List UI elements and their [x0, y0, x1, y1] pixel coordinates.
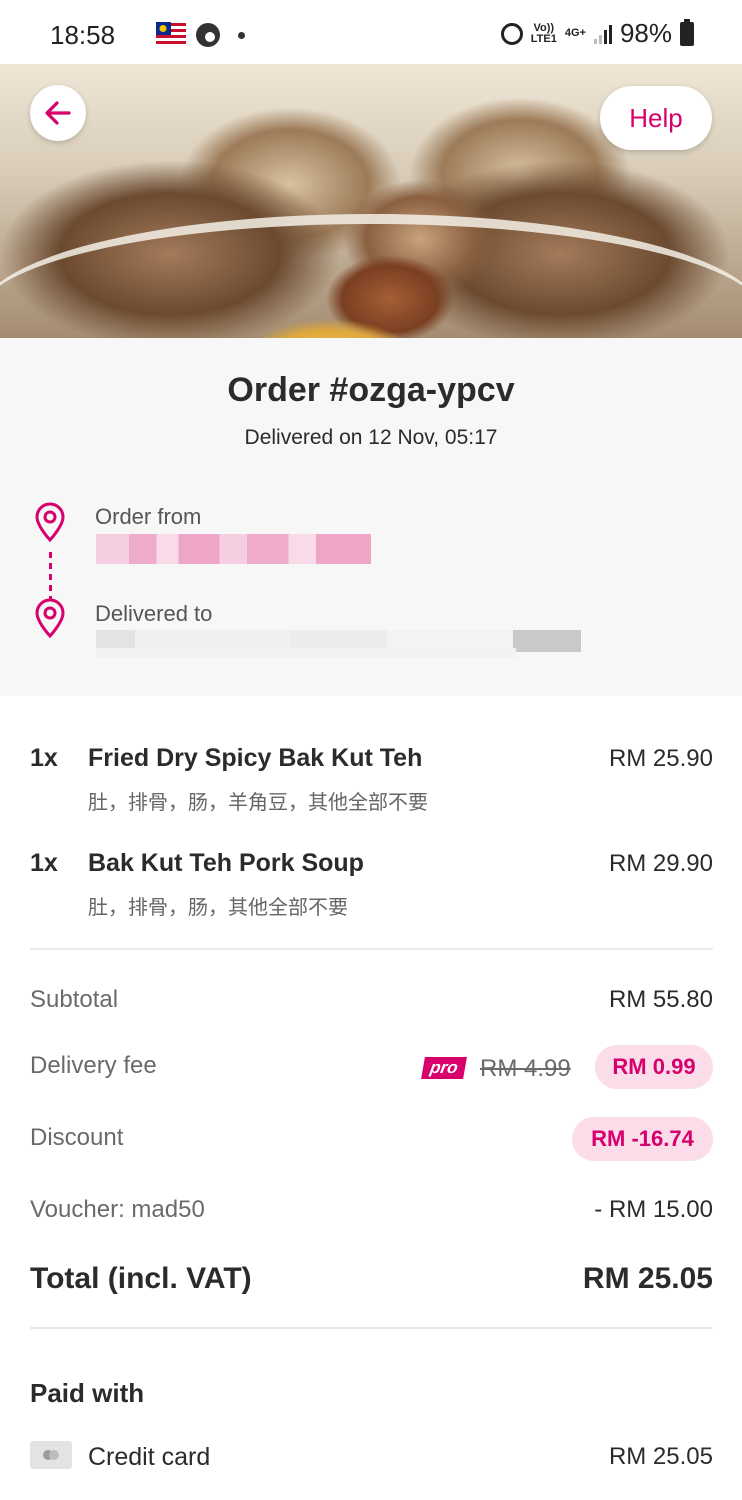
payment-amount: RM 25.05 — [608, 1443, 713, 1470]
delivery-fee-label: Delivery fee — [30, 1052, 157, 1079]
delivery-fee-original: RM 4.99 — [480, 1055, 571, 1082]
signal-icon — [593, 24, 612, 44]
network-type: 4G+ — [564, 27, 586, 39]
voucher-value: - RM 15.00 — [594, 1196, 713, 1223]
delivery-fee-value: RM 0.99 — [595, 1045, 713, 1089]
order-header: Order #ozga-ypcv Delivered on 12 Nov, 05… — [0, 338, 742, 696]
route-connector — [49, 552, 52, 600]
divider — [30, 1327, 713, 1329]
volte-indicator: Vo)) LTE1 — [530, 21, 557, 45]
total-value: RM 25.05 — [582, 1262, 713, 1295]
item-name: Bak Kut Teh Pork Soup — [88, 849, 364, 877]
location-pin-icon — [35, 598, 65, 638]
status-bar: 18:58 Vo)) LTE1 4G+ 98% — [0, 0, 742, 64]
chrome-icon — [196, 23, 220, 47]
back-button[interactable] — [30, 85, 86, 141]
paid-with-title: Paid with — [30, 1378, 145, 1408]
voucher-label: Voucher: mad50 — [30, 1196, 205, 1223]
item-note: 肚，排骨，肠，其他全部不要 — [88, 895, 348, 919]
more-notifications-icon — [238, 31, 245, 39]
order-from-label: Order from — [95, 504, 202, 529]
item-name: Fried Dry Spicy Bak Kut Teh — [88, 744, 423, 772]
help-button[interactable]: Help — [600, 86, 712, 150]
subtotal-value: RM 55.80 — [608, 986, 713, 1013]
delivered-to-label: Delivered to — [95, 601, 213, 626]
divider — [30, 948, 713, 950]
order-title: Order #ozga-ypcv — [227, 371, 515, 409]
arrow-left-icon — [45, 101, 71, 125]
subtotal-label: Subtotal — [30, 986, 119, 1013]
battery-level: 98% — [619, 18, 672, 48]
delivery-datetime: Delivered on 12 Nov, 05:17 — [244, 426, 498, 449]
total-label: Total (incl. VAT) — [30, 1262, 252, 1295]
item-note: 肚，排骨，肠，羊角豆，其他全部不要 — [88, 790, 428, 814]
flag-icon — [156, 22, 186, 48]
system-icons: Vo)) LTE1 4G+ 98% — [500, 18, 694, 49]
discount-label: Discount — [30, 1124, 124, 1151]
item-price: RM 29.90 — [608, 850, 713, 877]
item-price: RM 25.90 — [608, 745, 713, 772]
notification-icons — [156, 22, 245, 48]
location-pin-icon — [35, 502, 65, 542]
payment-method: Credit card — [88, 1443, 211, 1471]
pro-badge: pro — [421, 1057, 467, 1079]
plate-rim — [0, 214, 742, 338]
item-quantity: 1x — [30, 744, 58, 772]
battery-icon — [680, 18, 694, 46]
alarm-icon — [500, 22, 523, 45]
discount-value: RM -16.74 — [572, 1117, 713, 1161]
item-quantity: 1x — [30, 849, 58, 877]
credit-card-icon — [30, 1441, 72, 1469]
status-time: 18:58 — [50, 20, 116, 50]
